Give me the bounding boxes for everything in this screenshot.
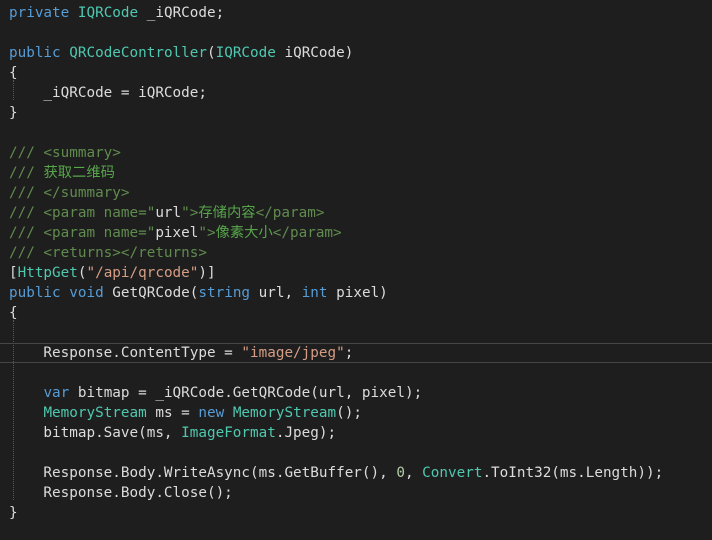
code-token: ImageFormat bbox=[181, 425, 276, 441]
code-token: pixel bbox=[155, 225, 199, 241]
code-token: )] bbox=[198, 265, 216, 281]
code-token: 存储内容 bbox=[198, 205, 256, 221]
code-line[interactable]: [HttpGet("/api/qrcode")] bbox=[0, 263, 712, 283]
code-token: bitmap.Save(ms, bbox=[9, 425, 182, 441]
code-token: /// <returns></returns> bbox=[9, 245, 207, 261]
code-token: "> bbox=[198, 225, 216, 241]
code-line[interactable]: Response.ContentType = "image/jpeg"; bbox=[0, 343, 712, 363]
code-token: /// <param name=" bbox=[9, 205, 156, 221]
code-line[interactable]: /// <summary> bbox=[0, 143, 712, 163]
code-line[interactable]: } bbox=[0, 103, 712, 123]
code-editor[interactable]: private IQRCode _iQRCode;public QRCodeCo… bbox=[0, 0, 712, 540]
code-line[interactable]: /// <param name="pixel">像素大小</param> bbox=[0, 223, 712, 243]
code-token: iQRCode) bbox=[275, 45, 354, 61]
code-line[interactable] bbox=[0, 363, 712, 383]
code-token: new bbox=[198, 405, 225, 421]
code-token: url, bbox=[250, 285, 302, 301]
code-token: GetQRCode( bbox=[103, 285, 199, 301]
code-token: private bbox=[9, 5, 70, 21]
code-token: QRCodeController bbox=[69, 45, 207, 61]
code-token: "image/jpeg" bbox=[241, 345, 345, 361]
code-line[interactable] bbox=[0, 23, 712, 43]
code-token: MemoryStream bbox=[232, 405, 337, 421]
code-token: Response.Body.WriteAsync(ms.GetBuffer(), bbox=[9, 465, 397, 481]
code-token: [ bbox=[9, 265, 18, 281]
code-token: } bbox=[9, 105, 18, 121]
code-token: .ToInt32(ms.Length)); bbox=[482, 465, 664, 481]
code-line[interactable]: Response.Body.WriteAsync(ms.GetBuffer(),… bbox=[0, 463, 712, 483]
code-token: "/api/qrcode" bbox=[86, 265, 199, 281]
code-token: /// <param name=" bbox=[9, 225, 156, 241]
code-token: Convert bbox=[422, 465, 483, 481]
code-token: 获取二维码 bbox=[43, 165, 115, 181]
code-token: _iQRCode = iQRCode; bbox=[9, 85, 207, 101]
code-token: _iQRCode; bbox=[138, 5, 225, 21]
code-line[interactable]: /// </summary> bbox=[0, 183, 712, 203]
code-line[interactable]: /// 获取二维码 bbox=[0, 163, 712, 183]
code-line[interactable]: var bitmap = _iQRCode.GetQRCode(url, pix… bbox=[0, 383, 712, 403]
code-line[interactable]: { bbox=[0, 303, 712, 323]
code-token: /// bbox=[9, 165, 44, 181]
code-token: /// <summary> bbox=[9, 145, 121, 161]
code-token: var bbox=[43, 385, 70, 401]
code-token: 0 bbox=[396, 465, 405, 481]
code-token: url bbox=[155, 205, 182, 221]
code-line[interactable]: /// <param name="url">存储内容</param> bbox=[0, 203, 712, 223]
code-token: bitmap = _iQRCode.GetQRCode(url, pixel); bbox=[69, 385, 423, 401]
code-line[interactable]: private IQRCode _iQRCode; bbox=[0, 3, 712, 23]
code-line[interactable]: public QRCodeController(IQRCode iQRCode) bbox=[0, 43, 712, 63]
code-token: string bbox=[198, 285, 251, 301]
code-line[interactable]: MemoryStream ms = new MemoryStream(); bbox=[0, 403, 712, 423]
code-token: ms = bbox=[146, 405, 199, 421]
code-token: HttpGet bbox=[17, 265, 78, 281]
code-line[interactable] bbox=[0, 443, 712, 463]
code-line[interactable]: bitmap.Save(ms, ImageFormat.Jpeg); bbox=[0, 423, 712, 443]
code-token: void bbox=[69, 285, 104, 301]
code-token: Response.ContentType = bbox=[9, 345, 242, 361]
code-token: ; bbox=[344, 345, 354, 361]
code-token: } bbox=[9, 505, 18, 521]
code-token: int bbox=[301, 285, 328, 301]
code-token: </param> bbox=[272, 225, 342, 241]
code-token: "> bbox=[181, 205, 199, 221]
code-line[interactable] bbox=[0, 323, 712, 343]
code-token: IQRCode bbox=[77, 5, 139, 21]
code-line[interactable] bbox=[0, 123, 712, 143]
code-token: (); bbox=[336, 405, 362, 421]
code-token: .Jpeg); bbox=[275, 425, 337, 441]
code-line[interactable]: /// <returns></returns> bbox=[0, 243, 712, 263]
code-line[interactable]: _iQRCode = iQRCode; bbox=[0, 83, 712, 103]
code-token: public bbox=[9, 45, 61, 61]
code-token: </param> bbox=[255, 205, 325, 221]
code-token: IQRCode bbox=[215, 45, 276, 61]
code-token: pixel) bbox=[327, 285, 388, 301]
code-token: ( bbox=[207, 45, 216, 61]
code-line[interactable]: { bbox=[0, 63, 712, 83]
code-token: /// </summary> bbox=[9, 185, 130, 201]
code-line[interactable]: Response.Body.Close(); bbox=[0, 483, 712, 503]
code-token: { bbox=[9, 65, 18, 81]
code-token: MemoryStream bbox=[43, 405, 147, 421]
code-token: { bbox=[9, 305, 18, 321]
code-token: , bbox=[404, 465, 423, 481]
code-token: public bbox=[9, 285, 61, 301]
code-line[interactable]: public void GetQRCode(string url, int pi… bbox=[0, 283, 712, 303]
code-token: Response.Body.Close(); bbox=[9, 485, 233, 501]
code-token: 像素大小 bbox=[215, 225, 273, 241]
code-line[interactable]: } bbox=[0, 503, 712, 523]
